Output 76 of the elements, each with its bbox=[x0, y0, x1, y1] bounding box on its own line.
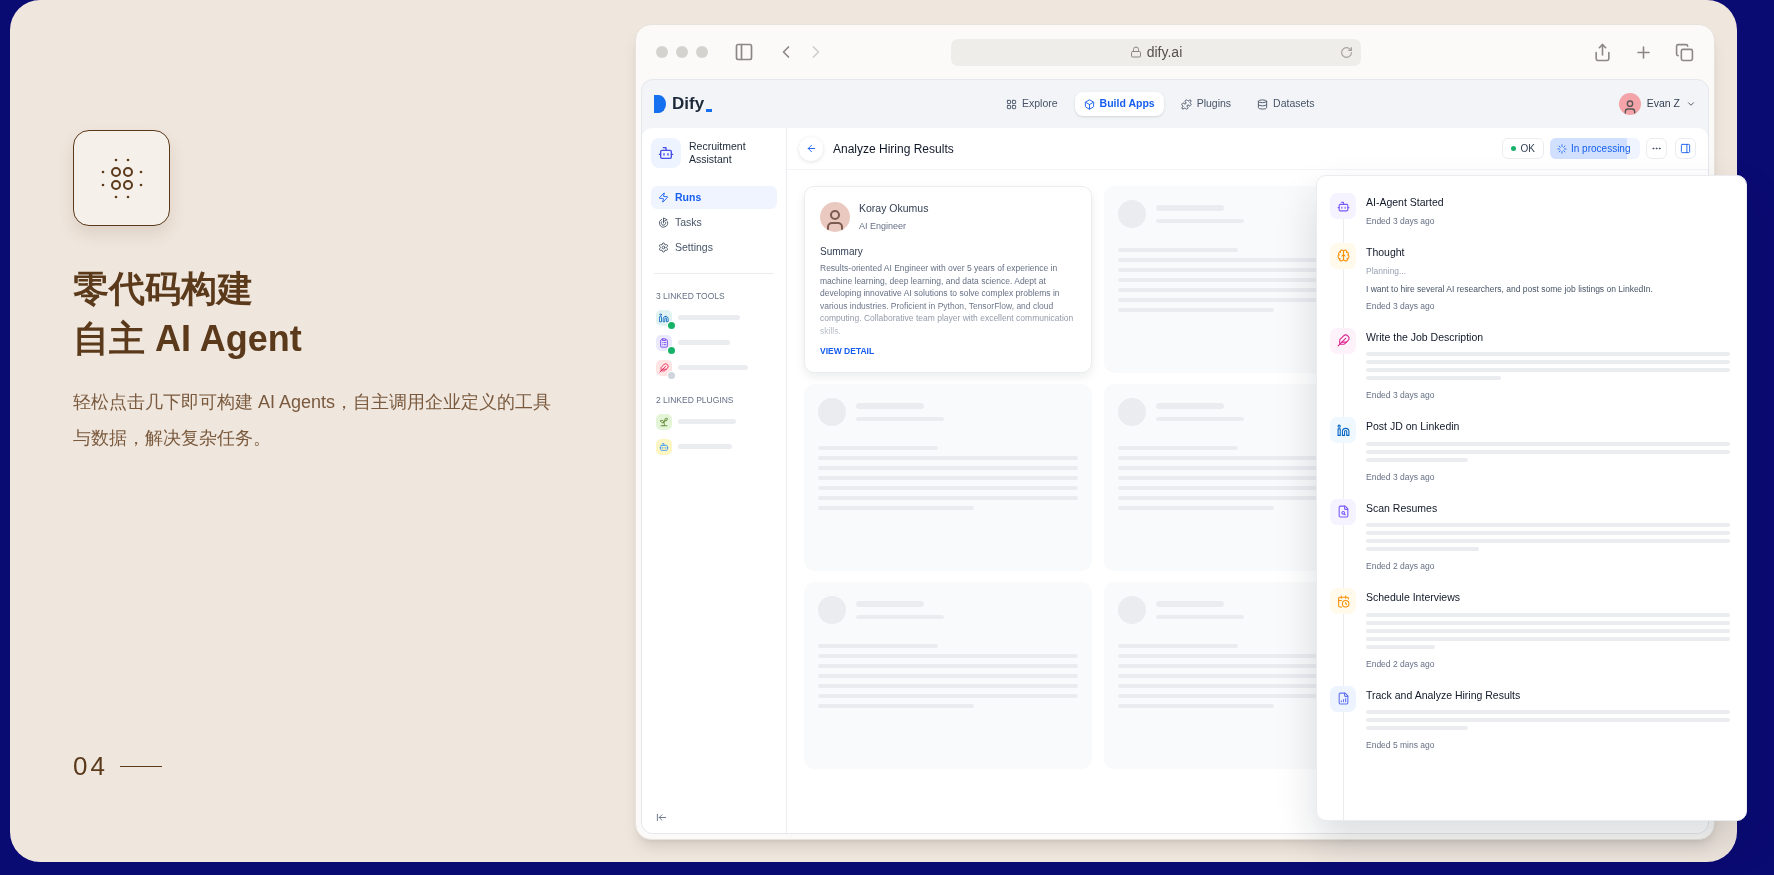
step-time: Ended 2 days ago bbox=[1366, 560, 1436, 573]
step-title: Post JD on Linkedin bbox=[1366, 419, 1461, 434]
page-title: Analyze Hiring Results bbox=[833, 140, 954, 158]
url-text: dify.ai bbox=[1146, 42, 1183, 62]
arrow-left-icon bbox=[805, 143, 817, 154]
logo-mark bbox=[706, 108, 713, 112]
feature-description: 轻松点击几下即可构建 AI Agents，自主调用企业定义的工具与数据，解决复杂任务。 bbox=[73, 391, 553, 450]
nav-tab[interactable]: Datasets bbox=[1248, 92, 1324, 116]
step-status: Planning... bbox=[1366, 265, 1408, 278]
section-heading: 2 LINKED PLUGINS bbox=[656, 393, 735, 407]
step-title: Write the Job Description bbox=[1366, 329, 1485, 345]
linkedin-icon bbox=[1336, 423, 1350, 437]
candidate-role: AI Engineer bbox=[859, 219, 908, 233]
progress-label: In processing bbox=[1571, 142, 1631, 156]
database-icon bbox=[1257, 98, 1269, 110]
dots-icon bbox=[99, 156, 144, 200]
candidate-name: Koray Okumus bbox=[859, 201, 929, 216]
more-button[interactable] bbox=[1646, 138, 1667, 159]
user-name[interactable]: Evan Z bbox=[1646, 96, 1680, 112]
lightning-icon bbox=[658, 192, 669, 203]
feature-title: 零代码构建 bbox=[73, 267, 254, 311]
status-pill: OK bbox=[1501, 138, 1544, 159]
sidebar-item[interactable]: Tasks bbox=[651, 211, 777, 234]
step-message: I want to hire several AI researchers, and post some job listings on LinkedIn. bbox=[1366, 283, 1654, 296]
step-title: Scan Resumes bbox=[1366, 500, 1439, 516]
view-detail-link[interactable]: VIEW DETAIL bbox=[820, 345, 1076, 358]
cube-icon bbox=[1083, 98, 1095, 110]
summary-heading: Summary bbox=[820, 245, 864, 260]
step-time: Ended 3 days ago bbox=[1366, 389, 1436, 402]
sidebar-item[interactable]: Runs bbox=[651, 186, 777, 209]
panel-icon bbox=[1680, 143, 1691, 154]
app-name: Recruitment Assistant bbox=[689, 140, 747, 166]
logo-text: Dify bbox=[672, 93, 705, 116]
step-time: Ended 2 days ago bbox=[1366, 657, 1436, 671]
nav-tab[interactable]: Explore bbox=[997, 92, 1067, 116]
share-icon[interactable] bbox=[1593, 42, 1612, 62]
section-heading: 3 LINKED TOOLS bbox=[656, 290, 726, 303]
sidebar-item[interactable]: Settings bbox=[651, 236, 777, 259]
address-bar[interactable]: dify.ai bbox=[951, 38, 1361, 66]
step-title: AI-Agent Started bbox=[1366, 195, 1445, 210]
robot-icon bbox=[1336, 199, 1350, 213]
candidate-card[interactable] bbox=[804, 186, 1092, 373]
feature-title: 自主 AI Agent bbox=[73, 317, 303, 361]
nav-tab[interactable]: Plugins bbox=[1171, 92, 1241, 116]
user-avatar bbox=[1618, 93, 1641, 115]
reload-icon[interactable] bbox=[1340, 45, 1353, 59]
candidate-avatar bbox=[820, 202, 850, 233]
sidebar-toggle-icon[interactable] bbox=[734, 42, 754, 62]
lock-icon bbox=[1129, 46, 1142, 58]
feather-icon bbox=[1336, 334, 1350, 347]
step-title: Thought bbox=[1366, 244, 1406, 260]
step-title: Track and Analyze Hiring Results bbox=[1366, 687, 1522, 703]
settings-icon bbox=[658, 242, 669, 253]
step-time: Ended 3 days ago bbox=[1366, 470, 1436, 484]
summary-text: Results-oriented AI Engineer with over 5 years of experience in machine learning, deep learning, and data science. Adept at developing innovative AI solutions to solve complex problems in various industries. Proficient in Python, TensorFlow, and cloud computing. Collaborative team player with excellent communication skills. bbox=[820, 262, 1075, 338]
step-time: Ended 3 days ago bbox=[1366, 214, 1436, 228]
spinner-icon bbox=[1557, 143, 1567, 154]
nav-tab[interactable]: Build Apps bbox=[1074, 92, 1164, 116]
target-icon bbox=[658, 217, 669, 228]
step-time: Ended 5 mins ago bbox=[1366, 739, 1436, 752]
step-number: 04 bbox=[73, 750, 108, 783]
panel-toggle-button[interactable] bbox=[1675, 138, 1696, 159]
chevron-down-icon[interactable] bbox=[1686, 99, 1696, 109]
back-button[interactable] bbox=[799, 136, 823, 161]
step-time: Ended 3 days ago bbox=[1366, 299, 1436, 313]
puzzle-icon bbox=[1180, 98, 1192, 110]
collapse-icon[interactable] bbox=[656, 812, 667, 823]
step-title: Schedule Interviews bbox=[1366, 590, 1461, 605]
chart-file-icon bbox=[1336, 692, 1350, 705]
brain-icon bbox=[1336, 249, 1350, 262]
file-search-icon bbox=[1336, 505, 1350, 518]
tabs-icon[interactable] bbox=[1675, 42, 1694, 62]
calendar-icon bbox=[1336, 594, 1350, 608]
grid-icon bbox=[1006, 98, 1017, 110]
logo-icon bbox=[654, 95, 666, 113]
robot-icon bbox=[658, 145, 674, 161]
